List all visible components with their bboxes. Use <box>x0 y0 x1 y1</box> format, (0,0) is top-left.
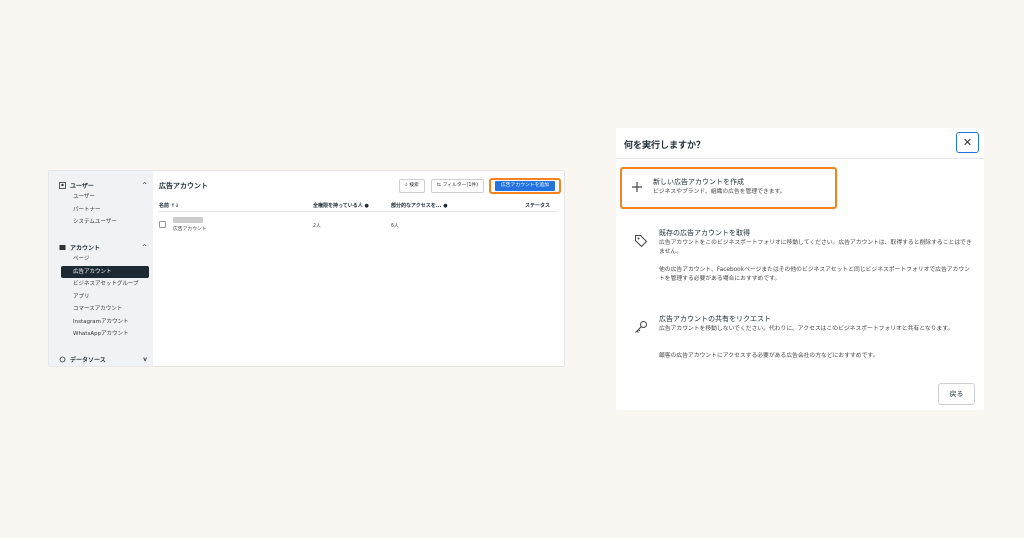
data-source-icon <box>59 356 66 363</box>
sidebar-section-header[interactable]: ユーザー ^ <box>59 179 147 191</box>
sidebar-item-system-users[interactable]: システムユーザー <box>59 216 147 229</box>
sidebar-item-users[interactable]: ユーザー <box>59 191 147 204</box>
option-description: ビジネスやブランド、組織の広告を管理できます。 <box>653 189 786 195</box>
column-header-status: ステータス <box>525 203 551 209</box>
divider <box>616 158 984 159</box>
sidebar-section-header[interactable]: アカウント ^ <box>59 241 147 253</box>
sidebar: ユーザー ^ ユーザー パートナー システムユーザー アカウント ^ ページ 広… <box>49 171 153 366</box>
info-icon: ● <box>443 203 448 209</box>
search-label: 検索 <box>409 183 419 188</box>
users-icon <box>59 181 66 189</box>
option-create-new-highlight[interactable]: 新しい広告アカウントを作成 ビジネスやブランド、組織の広告を管理できます。 <box>620 167 837 209</box>
option-request-access[interactable]: 広告アカウントの共有をリクエスト 広告アカウントを移動しないでください。代わりに… <box>624 314 976 374</box>
column-header-label: 部分的なアクセスを... <box>391 203 442 209</box>
add-ad-account-dialog: 何を実行しますか？ ✕ 新しい広告アカウントを作成 ビジネスやブランド、組織の広… <box>616 128 984 410</box>
option-recommendation: 顧客の広告アカウントにアクセスする必要がある広告会社の方などにおすすめです。 <box>659 353 879 359</box>
filter-icon: ⇆ <box>437 183 442 188</box>
sidebar-item-instagram[interactable]: Instagramアカウント <box>59 316 147 329</box>
chevron-up-icon: ^ <box>141 243 147 251</box>
sidebar-item-asset-groups[interactable]: ビジネスアセットグループ <box>59 278 147 291</box>
ad-account-icon <box>159 221 166 228</box>
add-ad-account-button[interactable]: 広告アカウントを追加 <box>495 181 555 191</box>
sidebar-section-header[interactable]: データソース v <box>59 353 147 365</box>
column-header-name[interactable]: 名前 ↑↓ <box>159 202 179 209</box>
sidebar-section-label: ユーザー <box>70 182 94 190</box>
folder-icon <box>59 244 66 251</box>
filter-button[interactable]: ⇆ フィルター(1件) <box>431 179 485 193</box>
search-icon: ⌕ <box>405 183 408 188</box>
sidebar-section-users: ユーザー ^ ユーザー パートナー システムユーザー <box>59 179 147 229</box>
sidebar-item-partners[interactable]: パートナー <box>59 204 147 217</box>
page-title: 広告アカウント <box>159 182 208 190</box>
divider <box>159 211 558 212</box>
full-access-count: 2人 <box>313 224 321 229</box>
sidebar-item-apps[interactable]: アプリ <box>59 291 147 304</box>
option-title: 広告アカウントの共有をリクエスト <box>659 315 771 323</box>
column-header-partial-access: 部分的なアクセスを... ● <box>391 202 448 209</box>
search-button[interactable]: ⌕ 検索 <box>399 179 425 193</box>
key-icon <box>634 320 648 334</box>
column-header-label: 全権限を持っている人 <box>313 203 363 209</box>
redacted-account-name <box>173 217 203 223</box>
dialog-title: 何を実行しますか？ <box>624 141 706 151</box>
chevron-up-icon: ^ <box>141 181 147 189</box>
sidebar-item-ad-accounts[interactable]: 広告アカウント <box>61 265 149 278</box>
info-icon: ● <box>364 203 369 209</box>
partial-access-count: 6人 <box>391 224 399 229</box>
option-recommendation: 他の広告アカウント、Facebookページまたはその他のビジネスアセットと同じビ… <box>659 267 970 282</box>
back-button[interactable]: 戻る <box>938 383 975 405</box>
add-ad-account-highlight: 広告アカウントを追加 <box>489 178 561 194</box>
sidebar-section-accounts: アカウント ^ ページ 広告アカウント ビジネスアセットグループ アプリ コマー… <box>59 241 149 341</box>
option-title: 既存の広告アカウントを取得 <box>659 229 750 237</box>
option-description: 広告アカウントを移動しないでください。代わりに、アクセスはこのビジネスポートフォ… <box>659 326 954 332</box>
close-button[interactable]: ✕ <box>956 132 979 153</box>
option-description: 広告アカウントをこのビジネスポートフォリオに移動してください。広告アカウントは、… <box>659 240 972 255</box>
main-panel: 広告アカウント ⌕ 検索 ⇆ フィルター(1件) 広告アカウントを追加 名前 ↑… <box>153 171 564 366</box>
sidebar-item-whatsapp[interactable]: WhatsAppアカウント <box>59 328 147 341</box>
plus-icon <box>630 180 644 194</box>
account-subtitle: 広告アカウント <box>173 227 207 232</box>
column-header-full-access: 全権限を持っている人 ● <box>313 202 369 209</box>
option-claim-existing[interactable]: 既存の広告アカウントを取得 広告アカウントをこのビジネスポートフォリオに移動して… <box>624 228 976 298</box>
option-title: 新しい広告アカウントを作成 <box>653 178 744 186</box>
sidebar-item-commerce[interactable]: コマースアカウント <box>59 303 147 316</box>
sidebar-section-label: データソース <box>70 356 106 364</box>
chevron-down-icon: v <box>143 355 147 363</box>
business-settings-screenshot: ユーザー ^ ユーザー パートナー システムユーザー アカウント ^ ページ 広… <box>48 170 565 367</box>
close-icon: ✕ <box>962 136 973 149</box>
sidebar-section-label: アカウント <box>70 244 101 252</box>
filter-label: フィルター(1件) <box>442 183 479 188</box>
tag-icon <box>634 234 648 248</box>
sidebar-section-data-sources: データソース v <box>59 353 147 365</box>
sidebar-item-pages[interactable]: ページ <box>59 253 147 266</box>
